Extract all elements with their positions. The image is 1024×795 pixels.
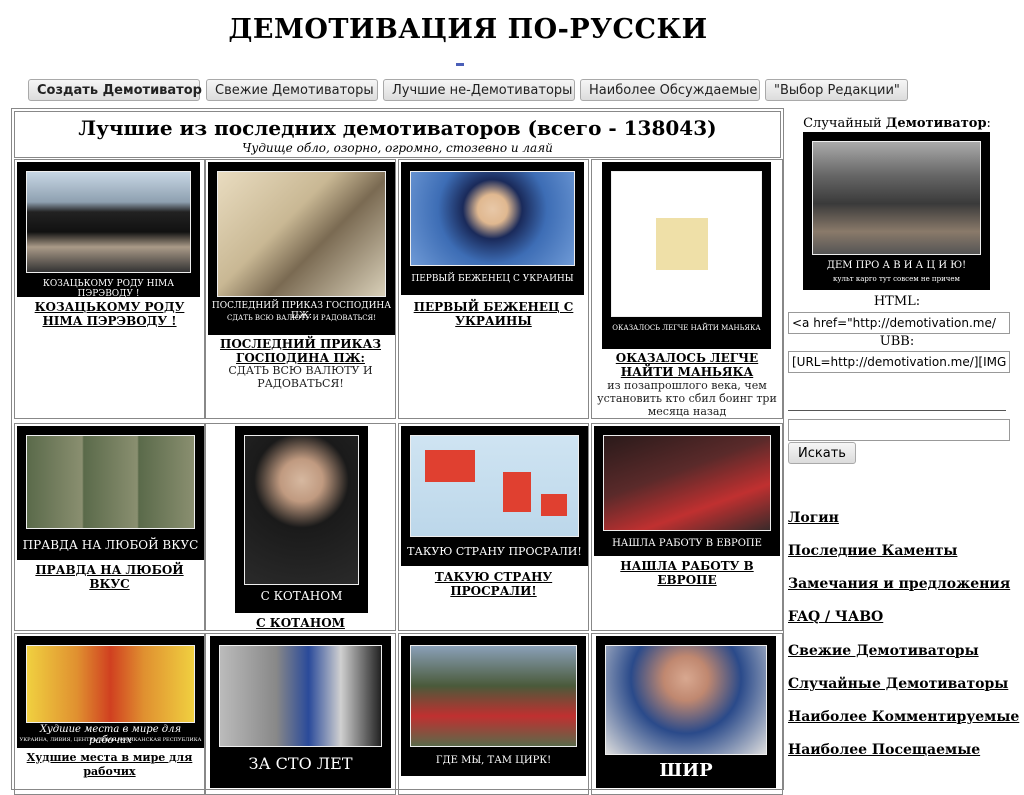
main-table: Лучшие из последних демотиваторов (всего…	[11, 108, 784, 795]
nav-best-button[interactable]: Лучшие не-Демотиваторы	[383, 79, 575, 101]
poster-image	[217, 171, 386, 297]
grid-cell: Худшие места в мире для рабочих УКРАИНА,…	[14, 633, 205, 795]
poster-10[interactable]: ЗА СТО ЛЕТ	[210, 636, 391, 788]
poster-image	[410, 435, 579, 537]
map-region	[425, 450, 475, 482]
menu-feedback[interactable]: Замечания и предложения	[788, 576, 1010, 592]
poster-caption: ПРАВДА НА ЛЮБОЙ ВКУС	[22, 538, 199, 552]
poster-caption: ТАКУЮ СТРАНУ ПРОСРАЛИ!	[407, 545, 582, 558]
poster-caption: ЗА СТО ЛЕТ	[248, 754, 353, 773]
grid-cell: ПРАВДА НА ЛЮБОЙ ВКУС ПРАВДА НА ЛЮБОЙ ВКУ…	[14, 423, 205, 631]
random-label-suffix: :	[986, 116, 991, 131]
grid-cell: ШИР	[591, 633, 783, 795]
nav-fresh-button[interactable]: Свежие Демотиваторы	[206, 79, 378, 101]
grid-cell: ЗА СТО ЛЕТ	[205, 633, 396, 795]
grid-cell: ПЕРВЫЙ БЕЖЕНЕЦ С УКРАИНЫ ПЕРВЫЙ БЕЖЕНЕЦ …	[398, 159, 589, 419]
poster-caption-sub: УКРАИНА, ЛИВИЯ, ЦЕНТРАЛЬНАЯ АФРИКАНСКАЯ …	[19, 737, 202, 743]
poster-caption: ПЕРВЫЙ БЕЖЕНЕЦ С УКРАИНЫ	[411, 274, 574, 284]
poster-3[interactable]: ПЕРВЫЙ БЕЖЕНЕЦ С УКРАИНЫ	[401, 162, 584, 295]
poster-image	[611, 171, 762, 317]
poster-2[interactable]: ПОСЛЕДНИЙ ПРИКАЗ ГОСПОДИНА ПЖ: СДАТЬ ВСЮ…	[208, 162, 395, 335]
poster-caption: ШИР	[659, 760, 713, 781]
html-code-field[interactable]	[788, 312, 1010, 334]
item-link[interactable]: ПРАВДА НА ЛЮБОЙ ВКУС	[15, 563, 204, 591]
poster-image	[410, 171, 575, 266]
grid-cell: КОЗАЦЬКОМУ РОДУ НІМА ПЭРЭВОДУ ! КОЗАЦЬКО…	[14, 159, 205, 419]
grid-cell: НАШЛА РАБОТУ В ЕВРОПЕ НАШЛА РАБОТУ В ЕВР…	[591, 423, 783, 631]
poster-12[interactable]: ШИР	[596, 636, 776, 788]
poster-4[interactable]: ОКАЗАЛОСЬ ЛЕГЧЕ НАЙТИ МАНЬЯКА	[602, 162, 771, 349]
menu-faq[interactable]: FAQ / ЧАВО	[788, 609, 883, 625]
item-link[interactable]: ТАКУЮ СТРАНУ ПРОСРАЛИ!	[399, 570, 588, 598]
poster-caption: ГДЕ МЫ, ТАМ ЦИРК!	[435, 755, 552, 766]
menu-latest-comments[interactable]: Последние Каменты	[788, 543, 957, 559]
poster-image	[410, 645, 577, 747]
search-input[interactable]	[788, 419, 1010, 441]
poster-caption: КОЗАЦЬКОМУ РОДУ НІМА ПЭРЭВОДУ !	[42, 279, 175, 299]
poster-caption: ОКАЗАЛОСЬ ЛЕГЧЕ НАЙТИ МАНЬЯКА	[612, 324, 761, 332]
item-link[interactable]: ОКАЗАЛОСЬ ЛЕГЧЕ НАЙТИ МАНЬЯКА	[592, 351, 782, 379]
poster-image	[603, 435, 771, 531]
main-subheading: Чудище обло, озорно, огромно, стозевно и…	[242, 141, 553, 155]
poster-11[interactable]: ГДЕ МЫ, ТАМ ЦИРК!	[401, 636, 586, 776]
poster-9[interactable]: Худшие места в мире для рабочих УКРАИНА,…	[17, 636, 204, 748]
html-label: HTML:	[873, 294, 921, 309]
item-desc: из позапрошлого века, чем установить кто…	[597, 379, 777, 418]
menu-login[interactable]: Логин	[788, 510, 839, 526]
poster-7[interactable]: ТАКУЮ СТРАНУ ПРОСРАЛИ!	[401, 426, 588, 566]
poster-image	[26, 645, 195, 723]
ubb-label: UBB:	[879, 334, 915, 349]
title-dash	[456, 63, 464, 66]
nav-discussed-button[interactable]: Наиболее Обсуждаемые	[580, 79, 760, 101]
portrait-sketch	[656, 218, 708, 270]
map-region	[503, 472, 531, 512]
item-link[interactable]: Худшие места в мире для рабочих	[15, 751, 204, 779]
poster-8[interactable]: НАШЛА РАБОТУ В ЕВРОПЕ	[594, 426, 780, 556]
poster-image	[26, 435, 195, 529]
menu-fresh[interactable]: Свежие Демотиваторы	[788, 643, 979, 659]
menu-random[interactable]: Случайные Демотиваторы	[788, 676, 1008, 692]
ubb-code-field[interactable]	[788, 351, 1010, 373]
item-link[interactable]: КОЗАЦЬКОМУ РОДУ НІМА ПЭРЭВОДУ !	[15, 300, 204, 328]
poster-image	[26, 171, 191, 273]
poster-caption: ДЕМ ПРО А В И А Ц И Ю!	[826, 260, 967, 271]
random-label-bold: Демотиватор	[885, 116, 987, 131]
map-region	[541, 494, 567, 516]
sidebar-divider	[788, 410, 1006, 411]
poster-5[interactable]: ПРАВДА НА ЛЮБОЙ ВКУС	[17, 426, 204, 560]
poster-image	[244, 435, 359, 585]
poster-caption-sub: культ карго тут совсем не причем	[833, 275, 960, 283]
item-link[interactable]: С КОТАНОМ	[206, 616, 395, 630]
poster-image	[812, 141, 981, 255]
poster-caption: НАШЛА РАБОТУ В ЕВРОПЕ	[612, 538, 762, 549]
item-link[interactable]: ПЕРВЫЙ БЕЖЕНЕЦ С УКРАИНЫ	[399, 300, 588, 328]
main-heading: Лучшие из последних демотиваторов (всего…	[78, 116, 717, 140]
poster-caption: С КОТАНОМ	[260, 589, 343, 603]
menu-most-commented[interactable]: Наиболее Комментируемые	[788, 709, 1019, 725]
item-link[interactable]: НАШЛА РАБОТУ В ЕВРОПЕ	[592, 559, 782, 587]
search-button[interactable]: Искать	[788, 442, 856, 464]
item-link[interactable]: ПОСЛЕДНИЙ ПРИКАЗ ГОСПОДИНА ПЖ:	[206, 337, 395, 365]
menu-most-visited[interactable]: Наиболее Посещаемые	[788, 742, 980, 758]
random-poster[interactable]: ДЕМ ПРО А В И А Ц И Ю! культ карго тут с…	[803, 132, 990, 290]
nav-editors-choice-button[interactable]: "Выбор Редакции"	[765, 79, 908, 101]
grid-cell: ГДЕ МЫ, ТАМ ЦИРК!	[398, 633, 589, 795]
grid-cell: ОКАЗАЛОСЬ ЛЕГЧЕ НАЙТИ МАНЬЯКА ОКАЗАЛОСЬ …	[591, 159, 783, 419]
poster-image	[605, 645, 767, 755]
poster-image	[219, 645, 382, 747]
poster-6[interactable]: С КОТАНОМ	[235, 426, 368, 613]
poster-1[interactable]: КОЗАЦЬКОМУ РОДУ НІМА ПЭРЭВОДУ !	[17, 162, 200, 299]
poster-caption-sub: СДАТЬ ВСЮ ВАЛЮТУ И РАДОВАТЬСЯ!	[226, 314, 377, 322]
grid-cell: С КОТАНОМ С КОТАНОМ	[205, 423, 396, 631]
grid-cell: ТАКУЮ СТРАНУ ПРОСРАЛИ! ТАКУЮ СТРАНУ ПРОС…	[398, 423, 589, 631]
item-desc: СДАТЬ ВСЮ ВАЛЮТУ И РАДОВАТЬСЯ!	[228, 364, 373, 390]
random-demotivator-label: Случайный Демотиватор:	[786, 116, 1008, 131]
main-header: Лучшие из последних демотиваторов (всего…	[14, 111, 781, 158]
site-title: ДЕМОТИВАЦИЯ ПО-РУССКИ	[228, 14, 708, 45]
random-label-prefix: Случайный	[803, 116, 882, 131]
grid-cell: ПОСЛЕДНИЙ ПРИКАЗ ГОСПОДИНА ПЖ: СДАТЬ ВСЮ…	[205, 159, 396, 419]
nav-create-button[interactable]: Создать Демотиватор	[28, 79, 202, 101]
